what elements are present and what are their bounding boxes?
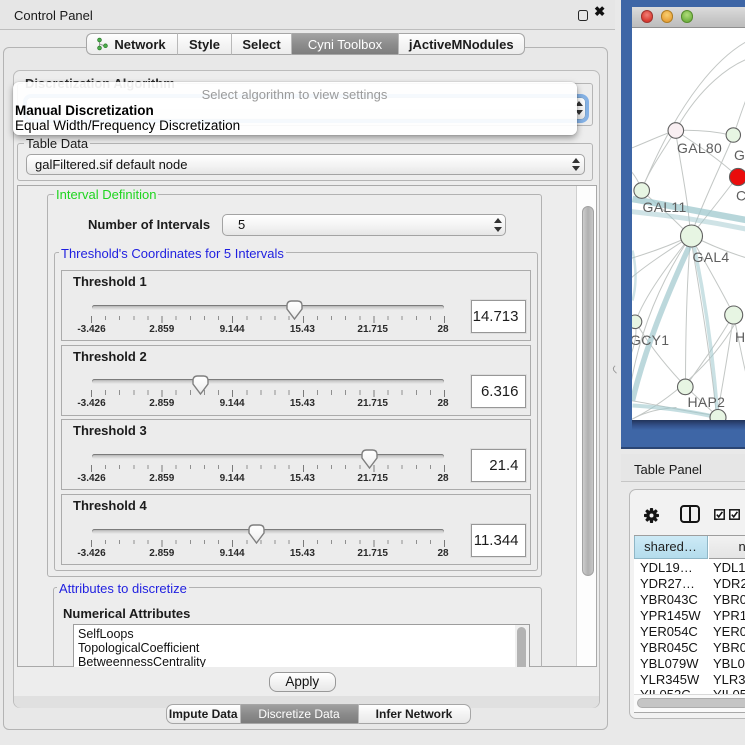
svg-text:GAL11: GAL11 [642,199,686,215]
svg-text:HI: HI [735,329,745,345]
svg-text:GA: GA [734,147,745,163]
svg-text:C: C [736,187,745,203]
svg-text:GAL4: GAL4 [692,249,729,265]
svg-text:HAP2: HAP2 [687,394,725,410]
svg-text:GAL80: GAL80 [677,140,722,156]
svg-text:GCY1: GCY1 [632,332,669,348]
